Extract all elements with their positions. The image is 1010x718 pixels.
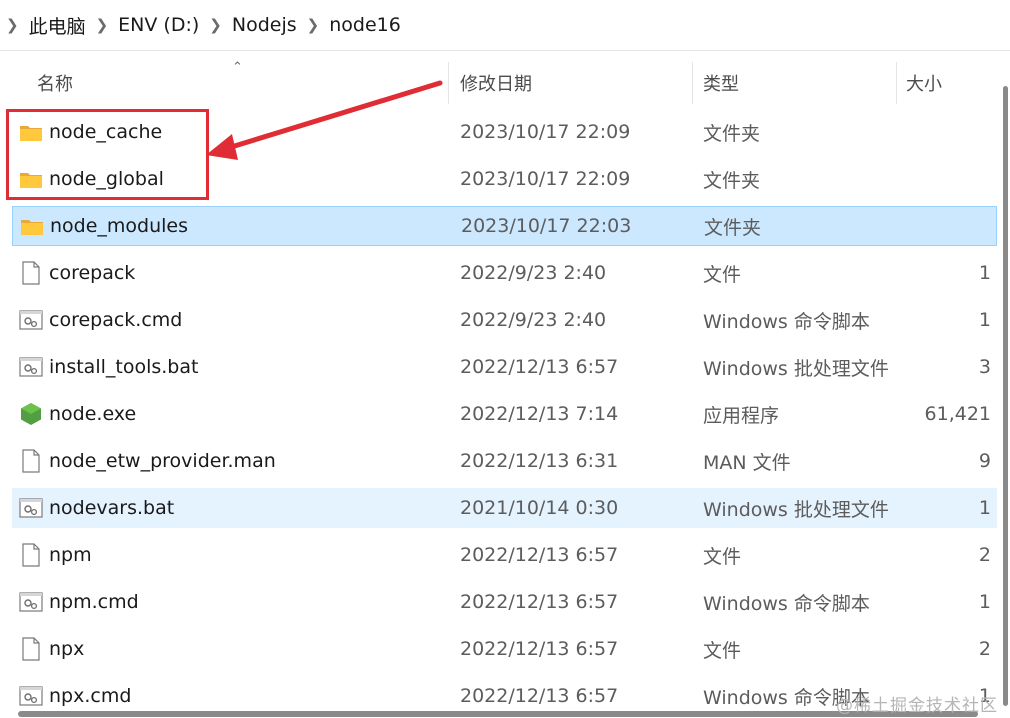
file-name: npx.cmd xyxy=(49,685,132,707)
column-header: 名称 修改日期 类型 大小 xyxy=(0,56,1010,110)
file-row[interactable]: corepack 2022/9/23 2:40 文件 1 xyxy=(12,253,997,293)
file-date-modified: 2023/10/17 22:09 xyxy=(460,121,631,143)
breadcrumb-item-drive[interactable]: ENV (D:) xyxy=(118,14,199,36)
file-size: 1 xyxy=(978,309,991,331)
file-date-modified: 2022/12/13 7:14 xyxy=(460,403,619,425)
file-row[interactable]: install_tools.bat 2022/12/13 6:57 Windows … xyxy=(12,347,997,387)
file-date-modified: 2022/12/13 6:57 xyxy=(460,638,619,660)
file-row[interactable]: npx 2022/12/13 6:57 文件 2 xyxy=(12,629,997,669)
file-size: 9 xyxy=(978,450,991,472)
file-row[interactable]: nodevars.bat 2021/10/14 0:30 Windows 批处理文件… xyxy=(12,488,997,528)
column-header-size[interactable]: 大小 xyxy=(896,56,996,110)
file-date-modified: 2022/9/23 2:40 xyxy=(460,309,607,331)
column-header-type[interactable]: 类型 xyxy=(693,56,893,110)
file-name: corepack xyxy=(49,262,136,284)
script-icon xyxy=(18,347,44,387)
file-type: 文件夹 xyxy=(703,122,761,145)
file-row[interactable]: corepack.cmd 2022/9/23 2:40 Windows 命令脚本 1 xyxy=(12,300,997,340)
file-size: 1 xyxy=(978,262,991,284)
chevron-right-icon[interactable]: ❯ xyxy=(96,16,109,34)
file-date-modified: 2021/10/14 0:30 xyxy=(460,497,619,519)
column-header-date[interactable]: 修改日期 xyxy=(450,56,690,110)
file-icon xyxy=(18,535,44,575)
file-type: 文件 xyxy=(703,639,742,662)
file-icon xyxy=(18,629,44,669)
file-icon xyxy=(18,441,44,481)
folder-icon xyxy=(19,207,45,245)
file-type: 文件 xyxy=(703,545,742,568)
file-size: 2 xyxy=(978,638,991,660)
breadcrumb-item-nodejs[interactable]: Nodejs xyxy=(232,14,297,36)
chevron-right-icon[interactable]: ❯ xyxy=(209,16,222,34)
script-icon xyxy=(18,488,44,528)
file-row[interactable]: node_modules 2023/10/17 22:03 文件夹 xyxy=(12,206,997,246)
script-icon xyxy=(18,300,44,340)
file-size: 3 xyxy=(978,356,991,378)
file-type: Windows 批处理文件 xyxy=(703,357,889,380)
file-name: node_etw_provider.man xyxy=(49,450,276,472)
horizontal-scrollbar[interactable] xyxy=(18,711,978,717)
file-name: npx xyxy=(49,638,85,660)
file-row[interactable]: node_etw_provider.man 2022/12/13 6:31 MAN … xyxy=(12,441,997,481)
file-type: 文件 xyxy=(703,263,742,286)
column-divider[interactable] xyxy=(448,62,449,104)
file-name: nodevars.bat xyxy=(49,497,175,519)
chevron-right-icon[interactable]: ❯ xyxy=(307,16,320,34)
file-name: npm xyxy=(49,544,92,566)
file-date-modified: 2022/12/13 6:57 xyxy=(460,591,619,613)
file-size: 1 xyxy=(978,591,991,613)
file-name: node_modules xyxy=(50,215,189,237)
file-type: Windows 批处理文件 xyxy=(703,498,889,521)
file-icon xyxy=(18,253,44,293)
file-row[interactable]: node.exe 2022/12/13 7:14 应用程序 61,421 xyxy=(12,394,997,434)
file-type: Windows 命令脚本 xyxy=(703,592,870,615)
script-icon xyxy=(18,676,44,716)
file-type: MAN 文件 xyxy=(703,451,791,474)
file-type: 文件夹 xyxy=(703,169,761,192)
file-date-modified: 2023/10/17 22:09 xyxy=(460,168,631,190)
file-size: 2 xyxy=(978,544,991,566)
file-date-modified: 2022/12/13 6:31 xyxy=(460,450,619,472)
nodejs-icon xyxy=(18,394,44,434)
watermark: @稀土掘金技术社区 xyxy=(836,696,998,716)
file-type: 应用程序 xyxy=(703,404,780,427)
column-header-date-label: 修改日期 xyxy=(460,74,532,95)
file-date-modified: 2022/9/23 2:40 xyxy=(460,262,607,284)
file-row[interactable]: npm.cmd 2022/12/13 6:57 Windows 命令脚本 1 xyxy=(12,582,997,622)
file-name: node.exe xyxy=(49,403,137,425)
file-date-modified: 2023/10/17 22:03 xyxy=(461,215,632,237)
script-icon xyxy=(18,582,44,622)
file-row[interactable]: npm 2022/12/13 6:57 文件 2 xyxy=(12,535,997,575)
breadcrumb: ❯ 此电脑 ❯ ENV (D:) ❯ Nodejs ❯ node16 xyxy=(0,0,1010,51)
chevron-right-icon[interactable]: ❯ xyxy=(6,16,19,34)
breadcrumb-item-this-pc[interactable]: 此电脑 xyxy=(29,12,86,39)
file-date-modified: 2022/12/13 6:57 xyxy=(460,544,619,566)
file-size: 1 xyxy=(978,497,991,519)
file-date-modified: 2022/12/13 6:57 xyxy=(460,356,619,378)
column-header-type-label: 类型 xyxy=(703,74,739,95)
file-type: 文件夹 xyxy=(704,216,762,239)
breadcrumb-item-node16[interactable]: node16 xyxy=(329,14,401,36)
column-header-size-label: 大小 xyxy=(906,74,942,95)
sort-ascending-icon: ⌃ xyxy=(232,60,243,75)
file-name: corepack.cmd xyxy=(49,309,183,331)
file-type: Windows 命令脚本 xyxy=(703,310,870,333)
file-size: 61,421 xyxy=(924,403,991,425)
annotation-highlight-box xyxy=(6,109,209,200)
vertical-scrollbar[interactable] xyxy=(1003,86,1008,706)
file-date-modified: 2022/12/13 6:57 xyxy=(460,685,619,707)
column-header-name-label: 名称 xyxy=(37,74,73,95)
file-name: npm.cmd xyxy=(49,591,139,613)
file-name: install_tools.bat xyxy=(49,356,199,378)
